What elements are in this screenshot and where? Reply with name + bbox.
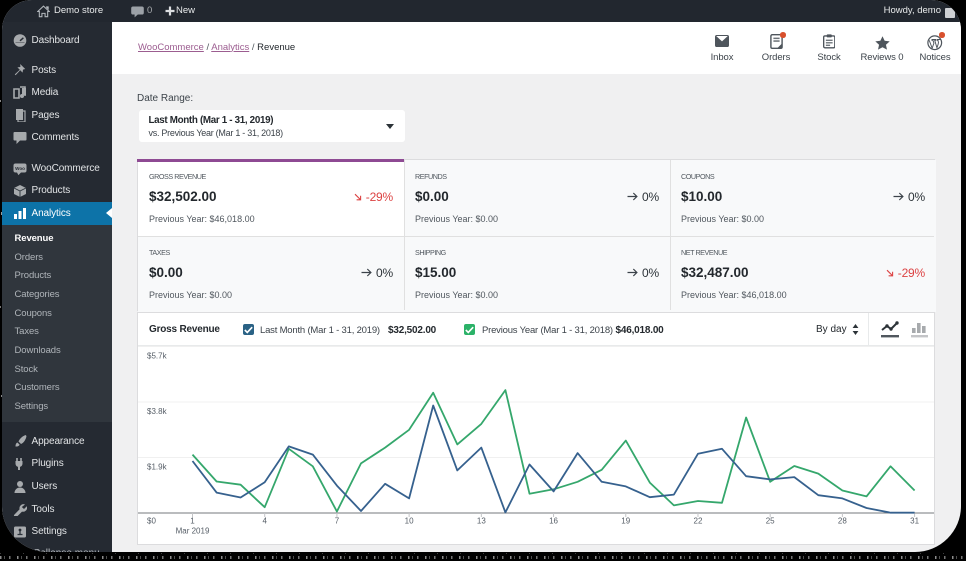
svg-text:$1.9k: $1.9k	[147, 463, 168, 472]
svg-text:4: 4	[262, 517, 267, 526]
svg-text:1: 1	[190, 517, 195, 526]
svg-text:$3.8k: $3.8k	[147, 407, 168, 416]
svg-text:Mar 2019: Mar 2019	[176, 527, 210, 536]
svg-text:$0: $0	[147, 517, 156, 526]
svg-text:$5.7k: $5.7k	[147, 352, 168, 361]
svg-text:16: 16	[549, 517, 558, 526]
svg-text:Woo: Woo	[15, 166, 25, 171]
svg-text:13: 13	[477, 517, 486, 526]
svg-text:7: 7	[335, 517, 340, 526]
svg-text:25: 25	[766, 517, 775, 526]
svg-text:10: 10	[405, 517, 414, 526]
svg-text:28: 28	[838, 517, 847, 526]
svg-text:31: 31	[910, 517, 919, 526]
svg-text:22: 22	[694, 517, 703, 526]
svg-text:19: 19	[621, 517, 630, 526]
